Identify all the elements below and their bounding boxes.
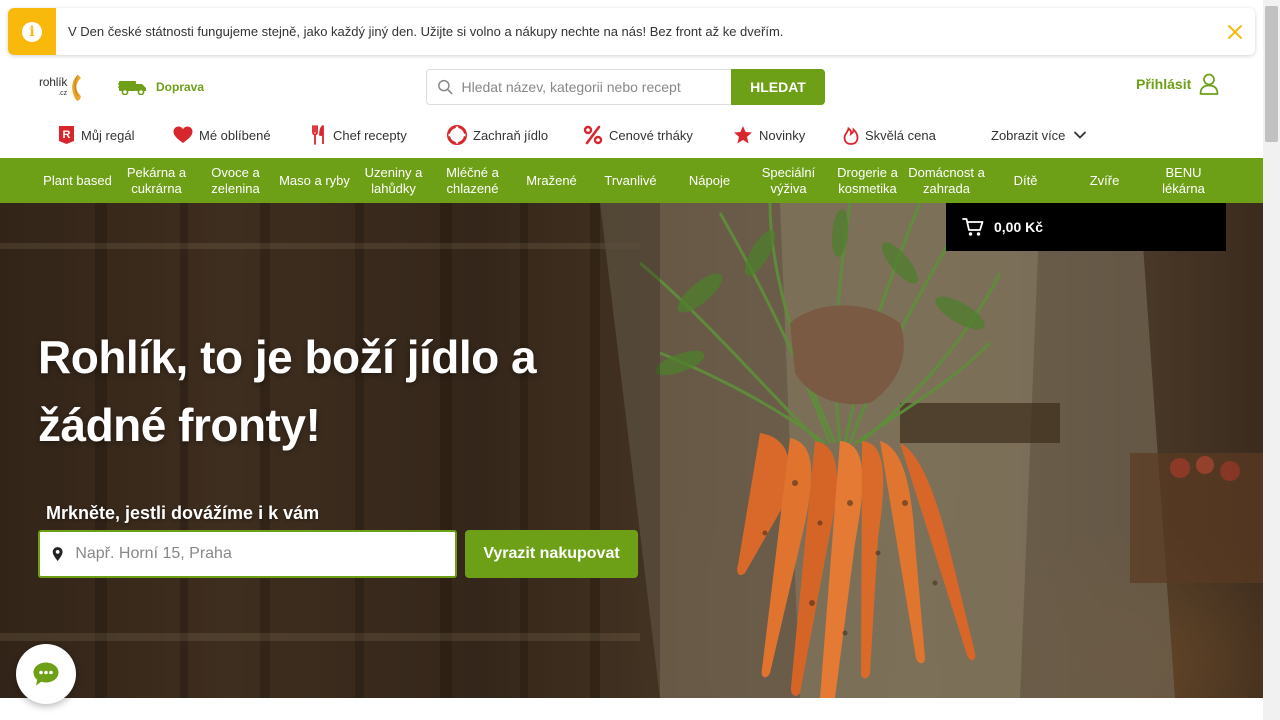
category-frozen[interactable]: Mražené	[512, 158, 591, 203]
category-deli[interactable]: Uzeniny a lahůdky	[354, 158, 433, 203]
user-icon	[1199, 73, 1219, 95]
login-label: Přihlásit	[1136, 76, 1192, 92]
cutlery-icon	[312, 125, 324, 145]
category-home-garden[interactable]: Domácnost a zahrada	[907, 158, 986, 203]
cart-button[interactable]: 0,00 Kč	[946, 203, 1226, 251]
quick-link-label: Novinky	[759, 127, 806, 143]
quick-link-save-food[interactable]: Zachraň jídlo	[447, 125, 583, 145]
search-bar: HLEDAT	[426, 69, 825, 105]
shelf-icon: R	[59, 126, 74, 144]
hero-title-line2: žádné fronty!	[38, 399, 321, 451]
location-pin-icon	[52, 547, 63, 562]
notice-text: V Den české státnosti fungujeme stejně, …	[68, 24, 784, 39]
cart-icon	[962, 218, 984, 236]
category-drinks[interactable]: Nápoje	[670, 158, 749, 203]
chevron-down-icon	[1074, 131, 1087, 139]
close-icon	[1228, 24, 1242, 39]
quick-link-label: Zachraň jídlo	[473, 127, 549, 143]
quick-link-label: Skvělá cena	[865, 127, 936, 143]
flame-icon	[843, 126, 859, 145]
logo-domain: .cz	[58, 90, 68, 97]
category-nav: Plant based Pekárna a cukrárna Ovoce a z…	[0, 158, 1263, 203]
category-pantry[interactable]: Trvanlivé	[591, 158, 670, 203]
notice-icon-box: i	[8, 8, 56, 55]
search-input[interactable]	[461, 79, 731, 95]
notice-banner: i V Den české státnosti fungujeme stejně…	[8, 8, 1255, 55]
cart-total: 0,00 Kč	[994, 219, 1044, 235]
category-dairy[interactable]: Mléčné a chlazené	[433, 158, 512, 203]
svg-text:R: R	[63, 129, 71, 141]
page-scrollbar[interactable]	[1263, 0, 1280, 720]
quick-link-favorites[interactable]: Mé oblíbené	[173, 126, 311, 144]
logo-text: rohlík	[39, 75, 68, 89]
heart-icon	[173, 126, 193, 143]
quick-links: R Můj regál Mé oblíbené Chef recepty Zac…	[58, 122, 1101, 148]
quick-link-news[interactable]: Novinky	[733, 125, 843, 145]
category-special-nutrition[interactable]: Speciální výživa	[749, 158, 828, 203]
hero-title-line1: Rohlík, to je boží jídlo a	[38, 331, 537, 383]
scrollbar-thumb[interactable]	[1265, 6, 1278, 142]
quick-link-price-deals[interactable]: Cenové trháky	[583, 125, 733, 145]
category-drugstore[interactable]: Drogerie a kosmetika	[828, 158, 907, 203]
category-meat-fish[interactable]: Maso a ryby	[275, 158, 354, 203]
login-link[interactable]: Přihlásit	[1136, 73, 1219, 95]
address-field	[38, 530, 457, 578]
search-icon	[438, 79, 453, 95]
search-button[interactable]: HLEDAT	[731, 69, 825, 105]
quick-link-chef-recipes[interactable]: Chef recepty	[311, 125, 447, 145]
quick-link-label: Zobrazit více	[991, 127, 1066, 143]
category-bakery[interactable]: Pekárna a cukrárna	[117, 158, 196, 203]
quick-link-label: Můj regál	[81, 127, 135, 143]
quick-link-my-shelf[interactable]: R Můj regál	[58, 125, 173, 145]
chat-button[interactable]	[16, 644, 76, 704]
quick-link-show-more[interactable]: Zobrazit více	[991, 128, 1101, 143]
truck-icon	[118, 81, 146, 95]
quick-link-label: Chef recepty	[333, 127, 407, 143]
start-shopping-button[interactable]: Vyrazit nakupovat	[465, 530, 638, 578]
quick-link-great-price[interactable]: Skvělá cena	[843, 125, 991, 145]
percent-icon	[583, 125, 603, 145]
chat-bubble-icon	[33, 662, 59, 686]
notice-close-button[interactable]	[1215, 8, 1255, 55]
info-icon: i	[22, 21, 42, 42]
lifebuoy-icon	[447, 125, 467, 145]
category-fruit-vegetables[interactable]: Ovoce a zelenina	[196, 158, 275, 203]
star-icon	[734, 126, 752, 144]
category-plant-based[interactable]: Plant based	[38, 158, 117, 203]
delivery-link[interactable]: Doprava	[118, 79, 204, 95]
hero-title: Rohlík, to je boží jídlo a žádné fronty!	[38, 323, 598, 459]
delivery-label: Doprava	[156, 80, 205, 94]
quick-link-label: Cenové trháky	[609, 127, 693, 143]
hero-banner: Rohlík, to je boží jídlo a žádné fronty!…	[0, 203, 1263, 698]
category-pets[interactable]: Zvíře	[1065, 158, 1144, 203]
quick-link-label: Mé oblíbené	[199, 127, 271, 143]
category-baby[interactable]: Dítě	[986, 158, 1065, 203]
search-box	[426, 69, 731, 105]
hero-subtitle: Mrkněte, jestli dovážíme i k vám	[46, 503, 320, 523]
address-input[interactable]	[75, 545, 455, 563]
category-pharmacy[interactable]: BENU lékárna	[1144, 158, 1223, 203]
croissant-icon	[72, 74, 82, 101]
logo[interactable]: rohlík .cz	[39, 74, 83, 102]
page: i V Den české státnosti fungujeme stejně…	[0, 0, 1280, 720]
